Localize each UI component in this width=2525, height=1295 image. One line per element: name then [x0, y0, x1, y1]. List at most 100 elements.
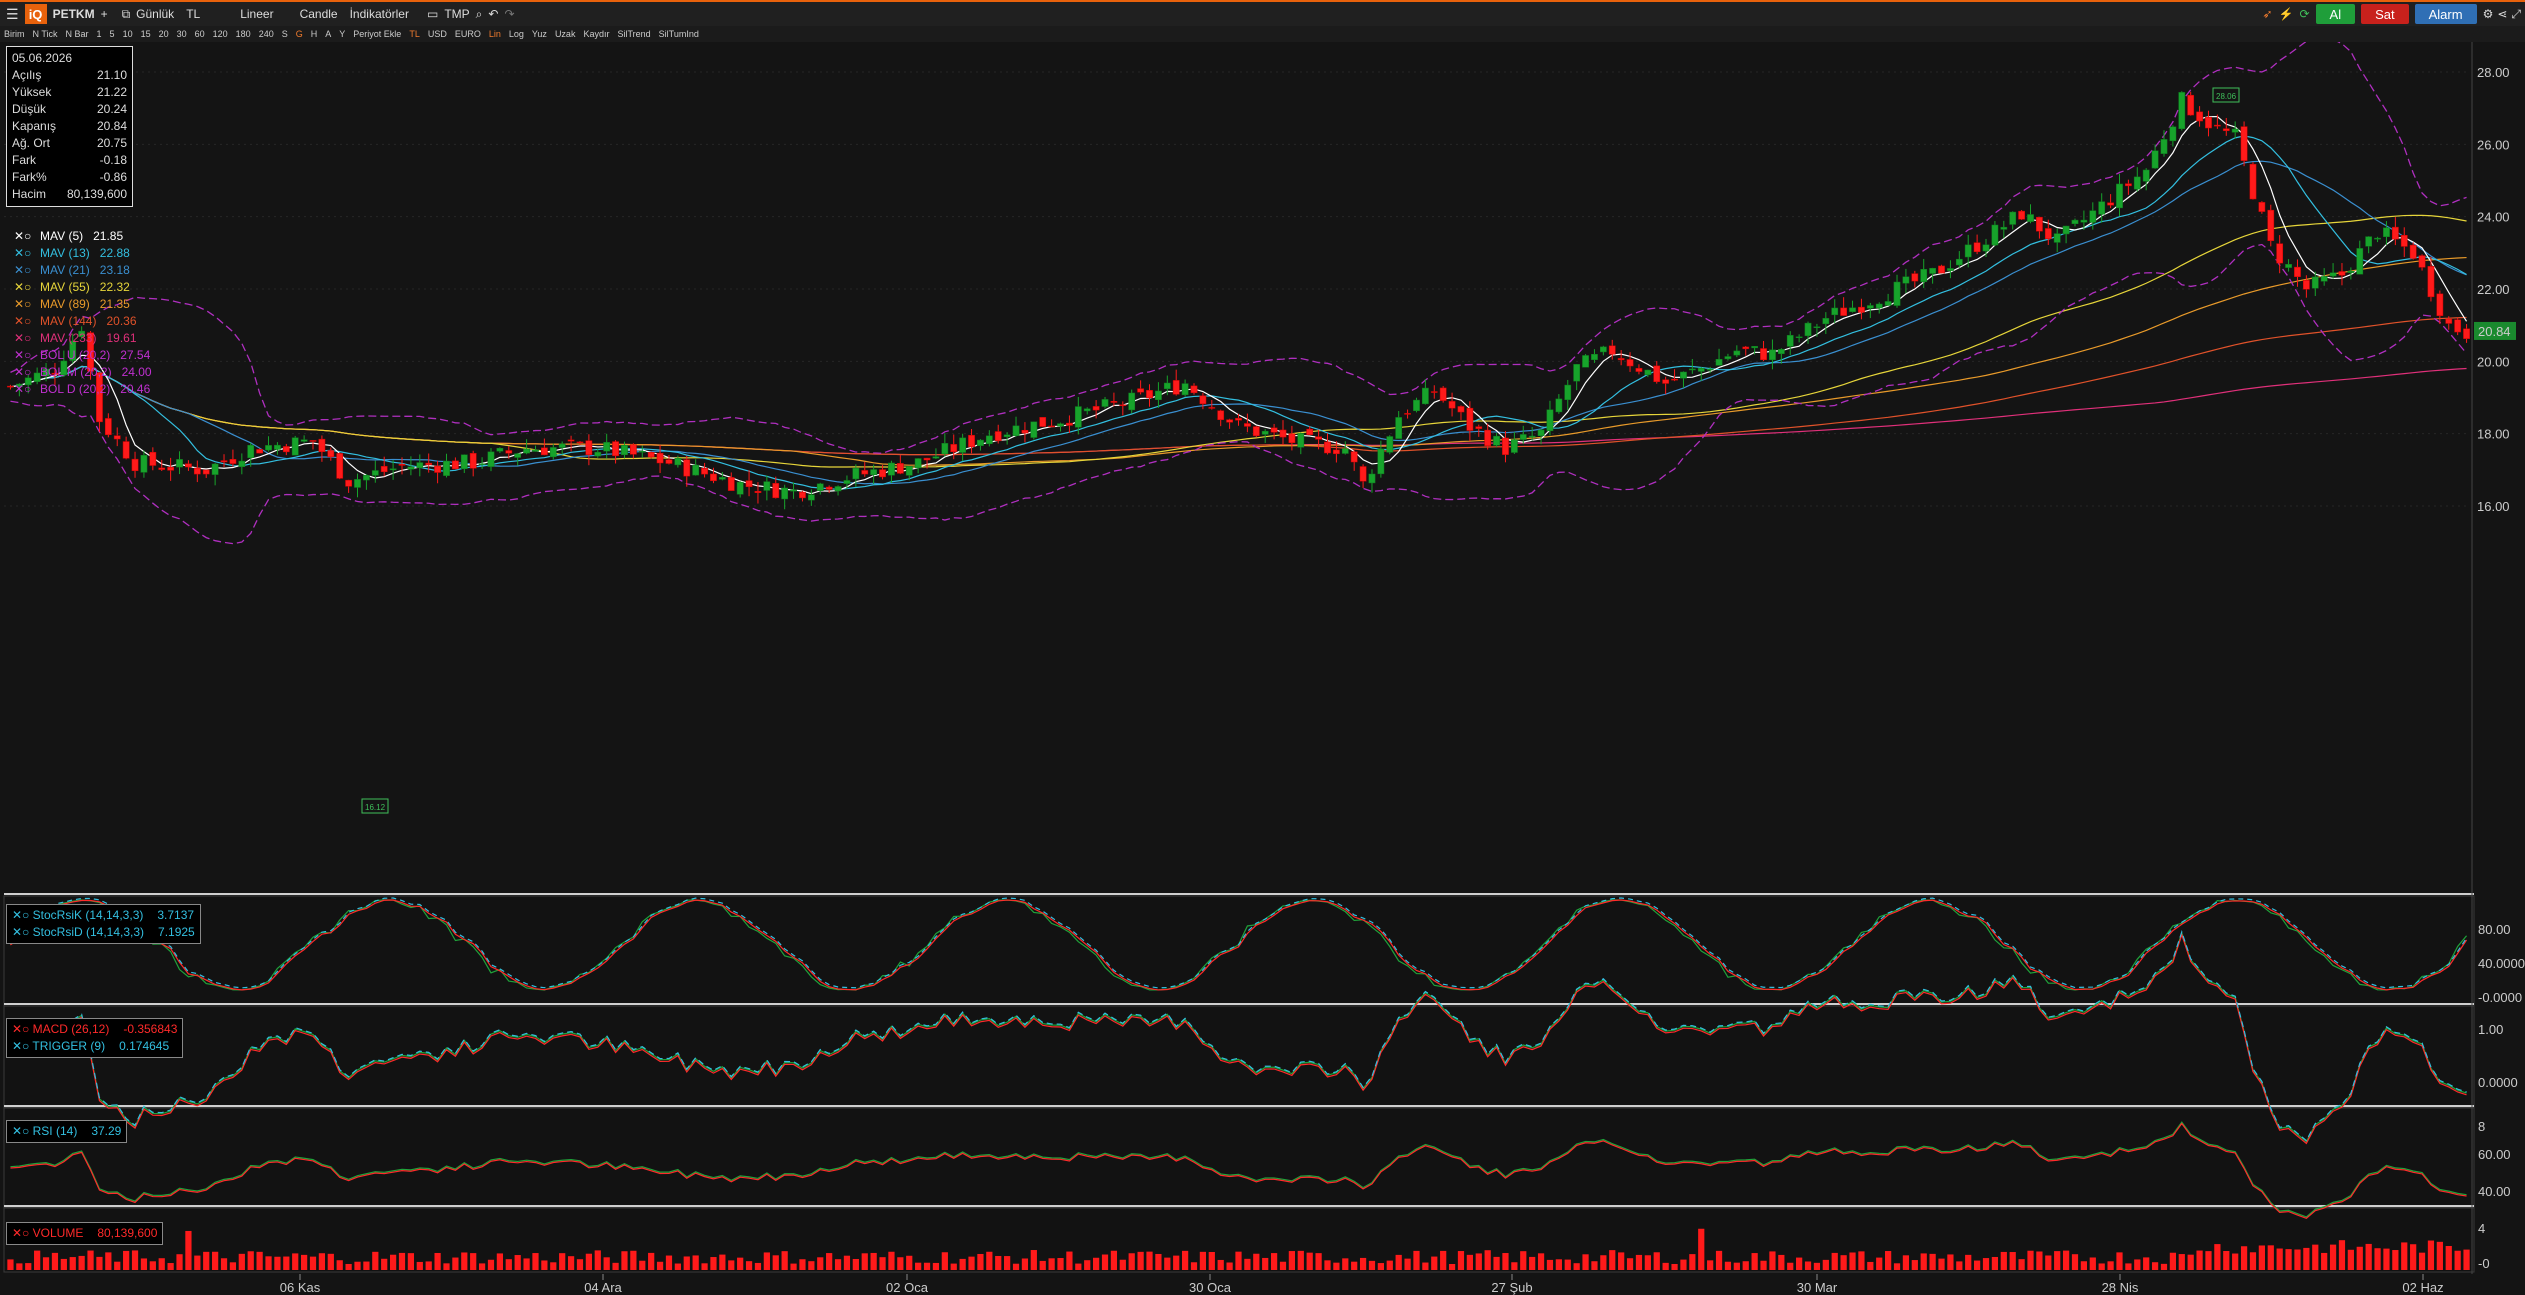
subbar-item[interactable]: 180 [236, 29, 251, 39]
candle [1617, 358, 1625, 361]
subbar-item[interactable]: 120 [213, 29, 228, 39]
subbar-item[interactable]: G [296, 29, 303, 39]
volume-bar [2151, 1262, 2159, 1270]
search-icon[interactable]: ⌕ [476, 7, 483, 22]
legend-item[interactable]: ✕○ MAV (89) 21.35 [14, 296, 152, 313]
subbar-item[interactable]: SilTrend [617, 29, 650, 39]
panel-frame [3, 895, 2475, 1008]
subbar-item[interactable]: A [325, 29, 331, 39]
panel-legend-item[interactable]: ✕○ StocRsiD (14,14,3,3) 7.1925 [12, 924, 195, 941]
menu-icon[interactable]: ☰ [6, 6, 19, 23]
legend-item[interactable]: ✕○ MAV (55) 22.32 [14, 279, 152, 296]
candle [1840, 307, 1847, 316]
subbar-item[interactable]: Yuz [532, 29, 547, 39]
lightning-icon[interactable]: ⚡ [2279, 7, 2294, 21]
ma-line [10, 214, 2467, 468]
remove-indicator-icon[interactable]: ✕○ [12, 925, 33, 939]
subbar-item[interactable]: Birim [4, 29, 25, 39]
subbar-item[interactable]: Y [339, 29, 345, 39]
candle [1350, 451, 1358, 463]
undo-icon[interactable]: ↶ [488, 7, 498, 21]
chart-type-dropdown[interactable]: Candle [300, 7, 338, 21]
rocket-icon[interactable]: ➶ [2262, 7, 2272, 21]
remove-indicator-icon[interactable]: ✕○ [14, 313, 31, 330]
legend-item[interactable]: ✕○ MAV (13) 22.88 [14, 245, 152, 262]
expand-icon[interactable]: ⤢ [2511, 7, 2521, 22]
subbar-item[interactable]: N Bar [66, 29, 89, 39]
legend-item[interactable]: ✕○ MAV (144) 20.36 [14, 313, 152, 330]
legend-item[interactable]: ✕○ BOL D (20,2) 20.46 [14, 381, 152, 398]
subbar-item[interactable]: 5 [110, 29, 115, 39]
legend-item[interactable]: ✕○ BOL U (20,2) 27.54 [14, 347, 152, 364]
subbar-item[interactable]: H [311, 29, 318, 39]
subbar-item[interactable]: 15 [141, 29, 151, 39]
subbar-item[interactable]: Uzak [555, 29, 576, 39]
subbar-item[interactable]: EURO [455, 29, 481, 39]
ma-line [10, 135, 2467, 490]
sell-button[interactable]: Sat [2361, 4, 2409, 24]
template-button[interactable]: TMP [444, 7, 469, 21]
remove-indicator-icon[interactable]: ✕○ [14, 296, 31, 313]
indicators-button[interactable]: İndikatörler [350, 7, 409, 21]
remove-indicator-icon[interactable]: ✕○ [14, 364, 31, 381]
subbar-item[interactable]: USD [428, 29, 447, 39]
remove-indicator-icon[interactable]: ✕○ [12, 908, 33, 922]
subbar-item[interactable]: 10 [123, 29, 133, 39]
subbar-item[interactable]: Kaydır [583, 29, 609, 39]
currency-dropdown[interactable]: TL [186, 7, 200, 21]
volume-bar [96, 1256, 103, 1270]
panel-legend-item[interactable]: ✕○ MACD (26,12) -0.356843 [12, 1021, 177, 1038]
folder-icon[interactable]: ▭ [427, 7, 438, 21]
low-marker-label: 16.12 [365, 803, 386, 812]
subbar-item[interactable]: 20 [159, 29, 169, 39]
legend-item[interactable]: ✕○ BOL M (20,2) 24.00 [14, 364, 152, 381]
subbar-item[interactable]: 240 [259, 29, 274, 39]
subbar-item[interactable]: Lin [489, 29, 501, 39]
remove-indicator-icon[interactable]: ✕○ [12, 1039, 32, 1053]
remove-indicator-icon[interactable]: ✕○ [14, 330, 31, 347]
alarm-button[interactable]: Alarm [2414, 4, 2477, 24]
buy-button[interactable]: Al [2315, 4, 2356, 24]
candle [2000, 226, 2008, 230]
subbar-item[interactable]: Log [509, 29, 524, 39]
add-symbol-button[interactable]: + [101, 7, 108, 21]
remove-indicator-icon[interactable]: ✕○ [14, 381, 31, 398]
panel-legend-item[interactable]: ✕○ RSI (14) 37.29 [12, 1123, 121, 1140]
chart-area[interactable]: 28.00 26.00 24.00 22.00 20.00 18.00 16.00 20.84… [0, 42, 2525, 1295]
panel-legend-item[interactable]: ✕○ TRIGGER (9) 0.174645 [12, 1038, 177, 1055]
remove-indicator-icon[interactable]: ✕○ [14, 347, 31, 364]
remove-indicator-icon[interactable]: ✕○ [12, 1022, 33, 1036]
remove-indicator-icon[interactable]: ✕○ [14, 245, 31, 262]
subbar-item[interactable]: N Tick [33, 29, 58, 39]
external-link-icon[interactable]: ⧉ [122, 7, 131, 22]
legend-item[interactable]: ✕○ MAV (5) 21.85 [14, 228, 152, 245]
remove-indicator-icon[interactable]: ✕○ [12, 1124, 33, 1138]
subbar-item[interactable]: S [282, 29, 288, 39]
remove-indicator-icon[interactable]: ✕○ [14, 262, 31, 279]
remove-indicator-icon[interactable]: ✕○ [14, 279, 31, 296]
gear-icon[interactable]: ⚙ [2483, 7, 2494, 21]
legend-name: MAV (233) [40, 331, 97, 345]
subbar-item[interactable]: 60 [195, 29, 205, 39]
panel-legend-item[interactable]: ✕○ VOLUME 80,139,600 [12, 1225, 157, 1242]
period-dropdown[interactable]: Günlük [136, 7, 174, 21]
redo-icon[interactable]: ↷ [504, 7, 514, 21]
subbar-item[interactable]: SilTumInd [659, 29, 699, 39]
symbol-label[interactable]: PETKM [53, 7, 95, 21]
candle [2205, 116, 2212, 129]
legend-item[interactable]: ✕○ MAV (21) 23.18 [14, 262, 152, 279]
subbar-item[interactable]: 30 [177, 29, 187, 39]
scale-dropdown[interactable]: Lineer [240, 7, 273, 21]
subbar-item[interactable]: Periyot Ekle [353, 29, 401, 39]
refresh-icon[interactable]: ⟳ [2299, 7, 2309, 21]
subbar-item[interactable]: 1 [97, 29, 102, 39]
share-icon[interactable]: ⋖ [2497, 7, 2507, 21]
volume-bar [2258, 1245, 2265, 1270]
volume-bar [1698, 1228, 1705, 1270]
remove-indicator-icon[interactable]: ✕○ [14, 228, 31, 245]
subbar-item[interactable]: TL [409, 29, 420, 39]
remove-indicator-icon[interactable]: ✕○ [12, 1226, 33, 1240]
candle [968, 434, 975, 448]
panel-legend-item[interactable]: ✕○ StocRsiK (14,14,3,3) 3.7137 [12, 907, 195, 924]
legend-item[interactable]: ✕○ MAV (233) 19.61 [14, 330, 152, 347]
